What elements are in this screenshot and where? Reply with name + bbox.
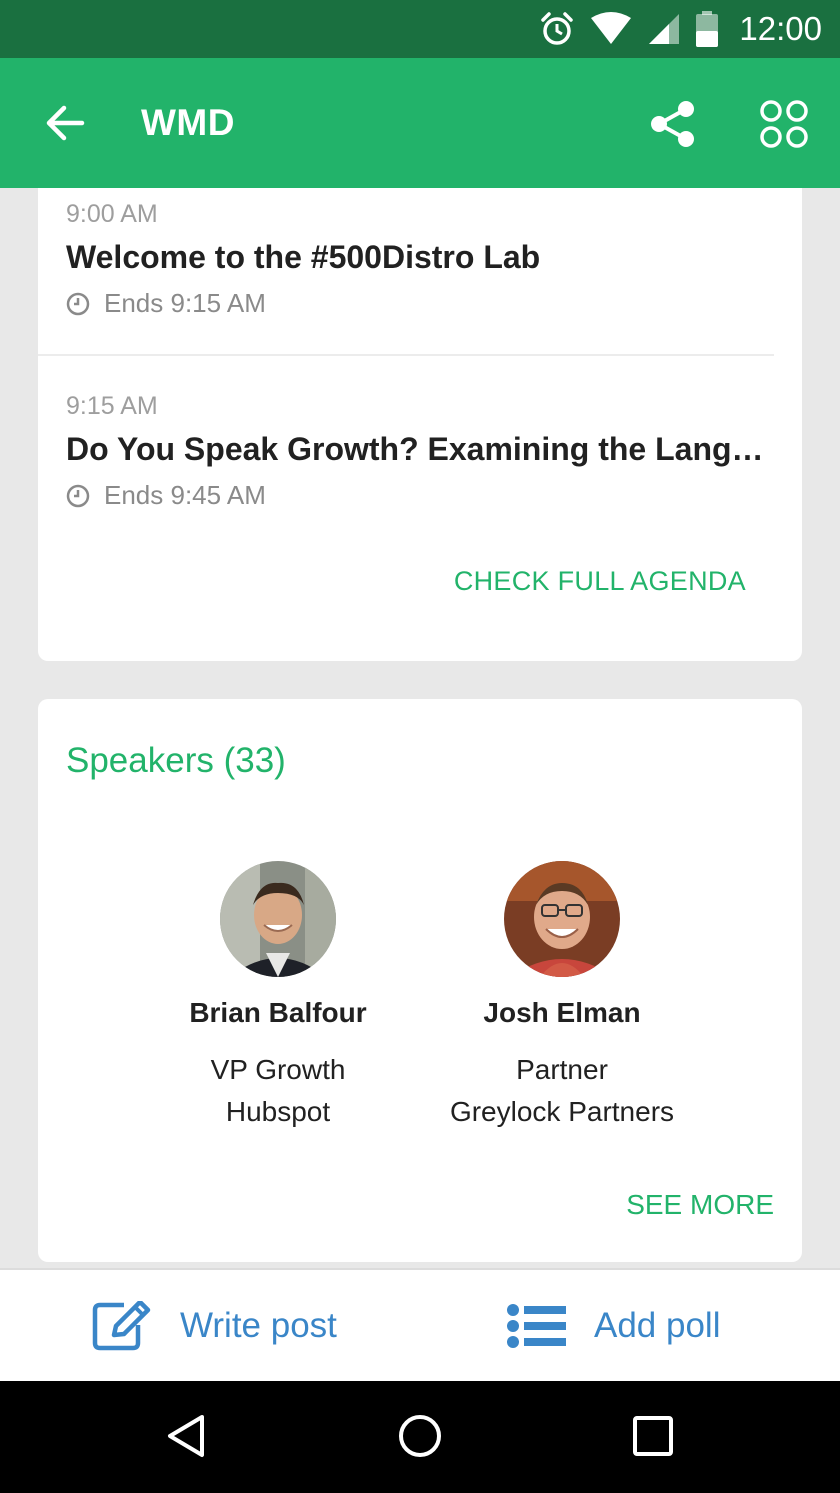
write-post-label: Write post — [180, 1305, 337, 1345]
clock-icon — [66, 292, 90, 315]
avatar — [220, 861, 336, 977]
speaker-role: Partner Greylock Partners — [422, 1049, 702, 1133]
speaker-title: Partner — [516, 1054, 608, 1085]
speaker-card[interactable]: Josh Elman Partner Greylock Partners — [422, 861, 702, 1133]
write-post-button[interactable]: Write post — [92, 1270, 337, 1381]
session-time: 9:15 AM — [66, 392, 158, 420]
add-poll-button[interactable]: Add poll — [506, 1270, 720, 1381]
speaker-photo — [504, 861, 620, 977]
back-button[interactable] — [40, 98, 90, 148]
edit-icon — [92, 1300, 151, 1350]
alarm-icon — [541, 12, 574, 45]
agenda-session[interactable]: 9:15 AM Do You Speak Growth? Examining t… — [66, 392, 776, 511]
speaker-company: Hubspot — [225, 1096, 331, 1127]
session-title: Welcome to the #500Distro Lab — [66, 239, 541, 275]
share-icon — [651, 101, 694, 147]
session-time: 9:00 AM — [66, 200, 158, 228]
session-title: Do You Speak Growth? Examining the Lang… — [66, 431, 764, 467]
nav-recents-button[interactable] — [630, 1413, 676, 1459]
status-bar: 12:00 — [0, 0, 840, 58]
session-end-time: Ends 9:45 AM — [66, 480, 776, 511]
speaker-name: Josh Elman — [483, 997, 641, 1028]
share-button[interactable] — [648, 100, 698, 148]
speaker-company: Greylock Partners — [449, 1096, 675, 1127]
speakers-card: Speakers (33) Brian Balfour VP Growth Hu… — [38, 699, 802, 1262]
apps-grid-icon — [760, 100, 808, 148]
session-end-label: Ends 9:15 AM — [104, 288, 266, 318]
see-more-button[interactable]: SEE MORE — [626, 1189, 774, 1221]
circle-home-icon — [399, 1415, 441, 1457]
session-end-time: Ends 9:15 AM — [66, 288, 776, 319]
agenda-session[interactable]: 9:00 AM Welcome to the #500Distro Lab En… — [66, 200, 776, 319]
avatar — [504, 861, 620, 977]
wifi-icon — [591, 12, 632, 44]
apps-grid-button[interactable] — [758, 98, 810, 150]
system-navigation-bar — [0, 1381, 840, 1493]
speakers-title: Speakers (33) — [66, 741, 286, 780]
check-full-agenda-button[interactable]: CHECK FULL AGENDA — [454, 566, 746, 597]
session-end-label: Ends 9:45 AM — [104, 480, 266, 510]
nav-home-button[interactable] — [397, 1413, 443, 1459]
speaker-title: VP Growth — [210, 1054, 346, 1085]
status-time: 12:00 — [739, 10, 822, 47]
square-recents-icon — [633, 1416, 673, 1456]
page-title: WMD — [141, 102, 235, 143]
clock-icon — [66, 484, 90, 507]
speaker-photo — [220, 861, 336, 977]
triangle-back-icon — [168, 1415, 204, 1457]
status-icons: 12:00 — [539, 0, 822, 58]
arrow-left-icon — [46, 105, 85, 141]
speaker-card[interactable]: Brian Balfour VP Growth Hubspot — [138, 861, 418, 1133]
battery-icon — [696, 11, 719, 47]
list-icon — [507, 1303, 566, 1348]
session-divider — [38, 354, 774, 356]
signal-icon — [649, 14, 680, 44]
bottom-action-bar: Write post Add poll — [0, 1268, 840, 1381]
agenda-card: 9:00 AM Welcome to the #500Distro Lab En… — [38, 188, 802, 661]
app-bar: WMD — [0, 58, 840, 188]
speaker-name: Brian Balfour — [189, 997, 367, 1028]
content-area[interactable]: 9:00 AM Welcome to the #500Distro Lab En… — [0, 188, 840, 1268]
nav-back-button[interactable] — [164, 1413, 210, 1459]
speaker-role: VP Growth Hubspot — [138, 1049, 418, 1133]
add-poll-label: Add poll — [594, 1305, 721, 1345]
